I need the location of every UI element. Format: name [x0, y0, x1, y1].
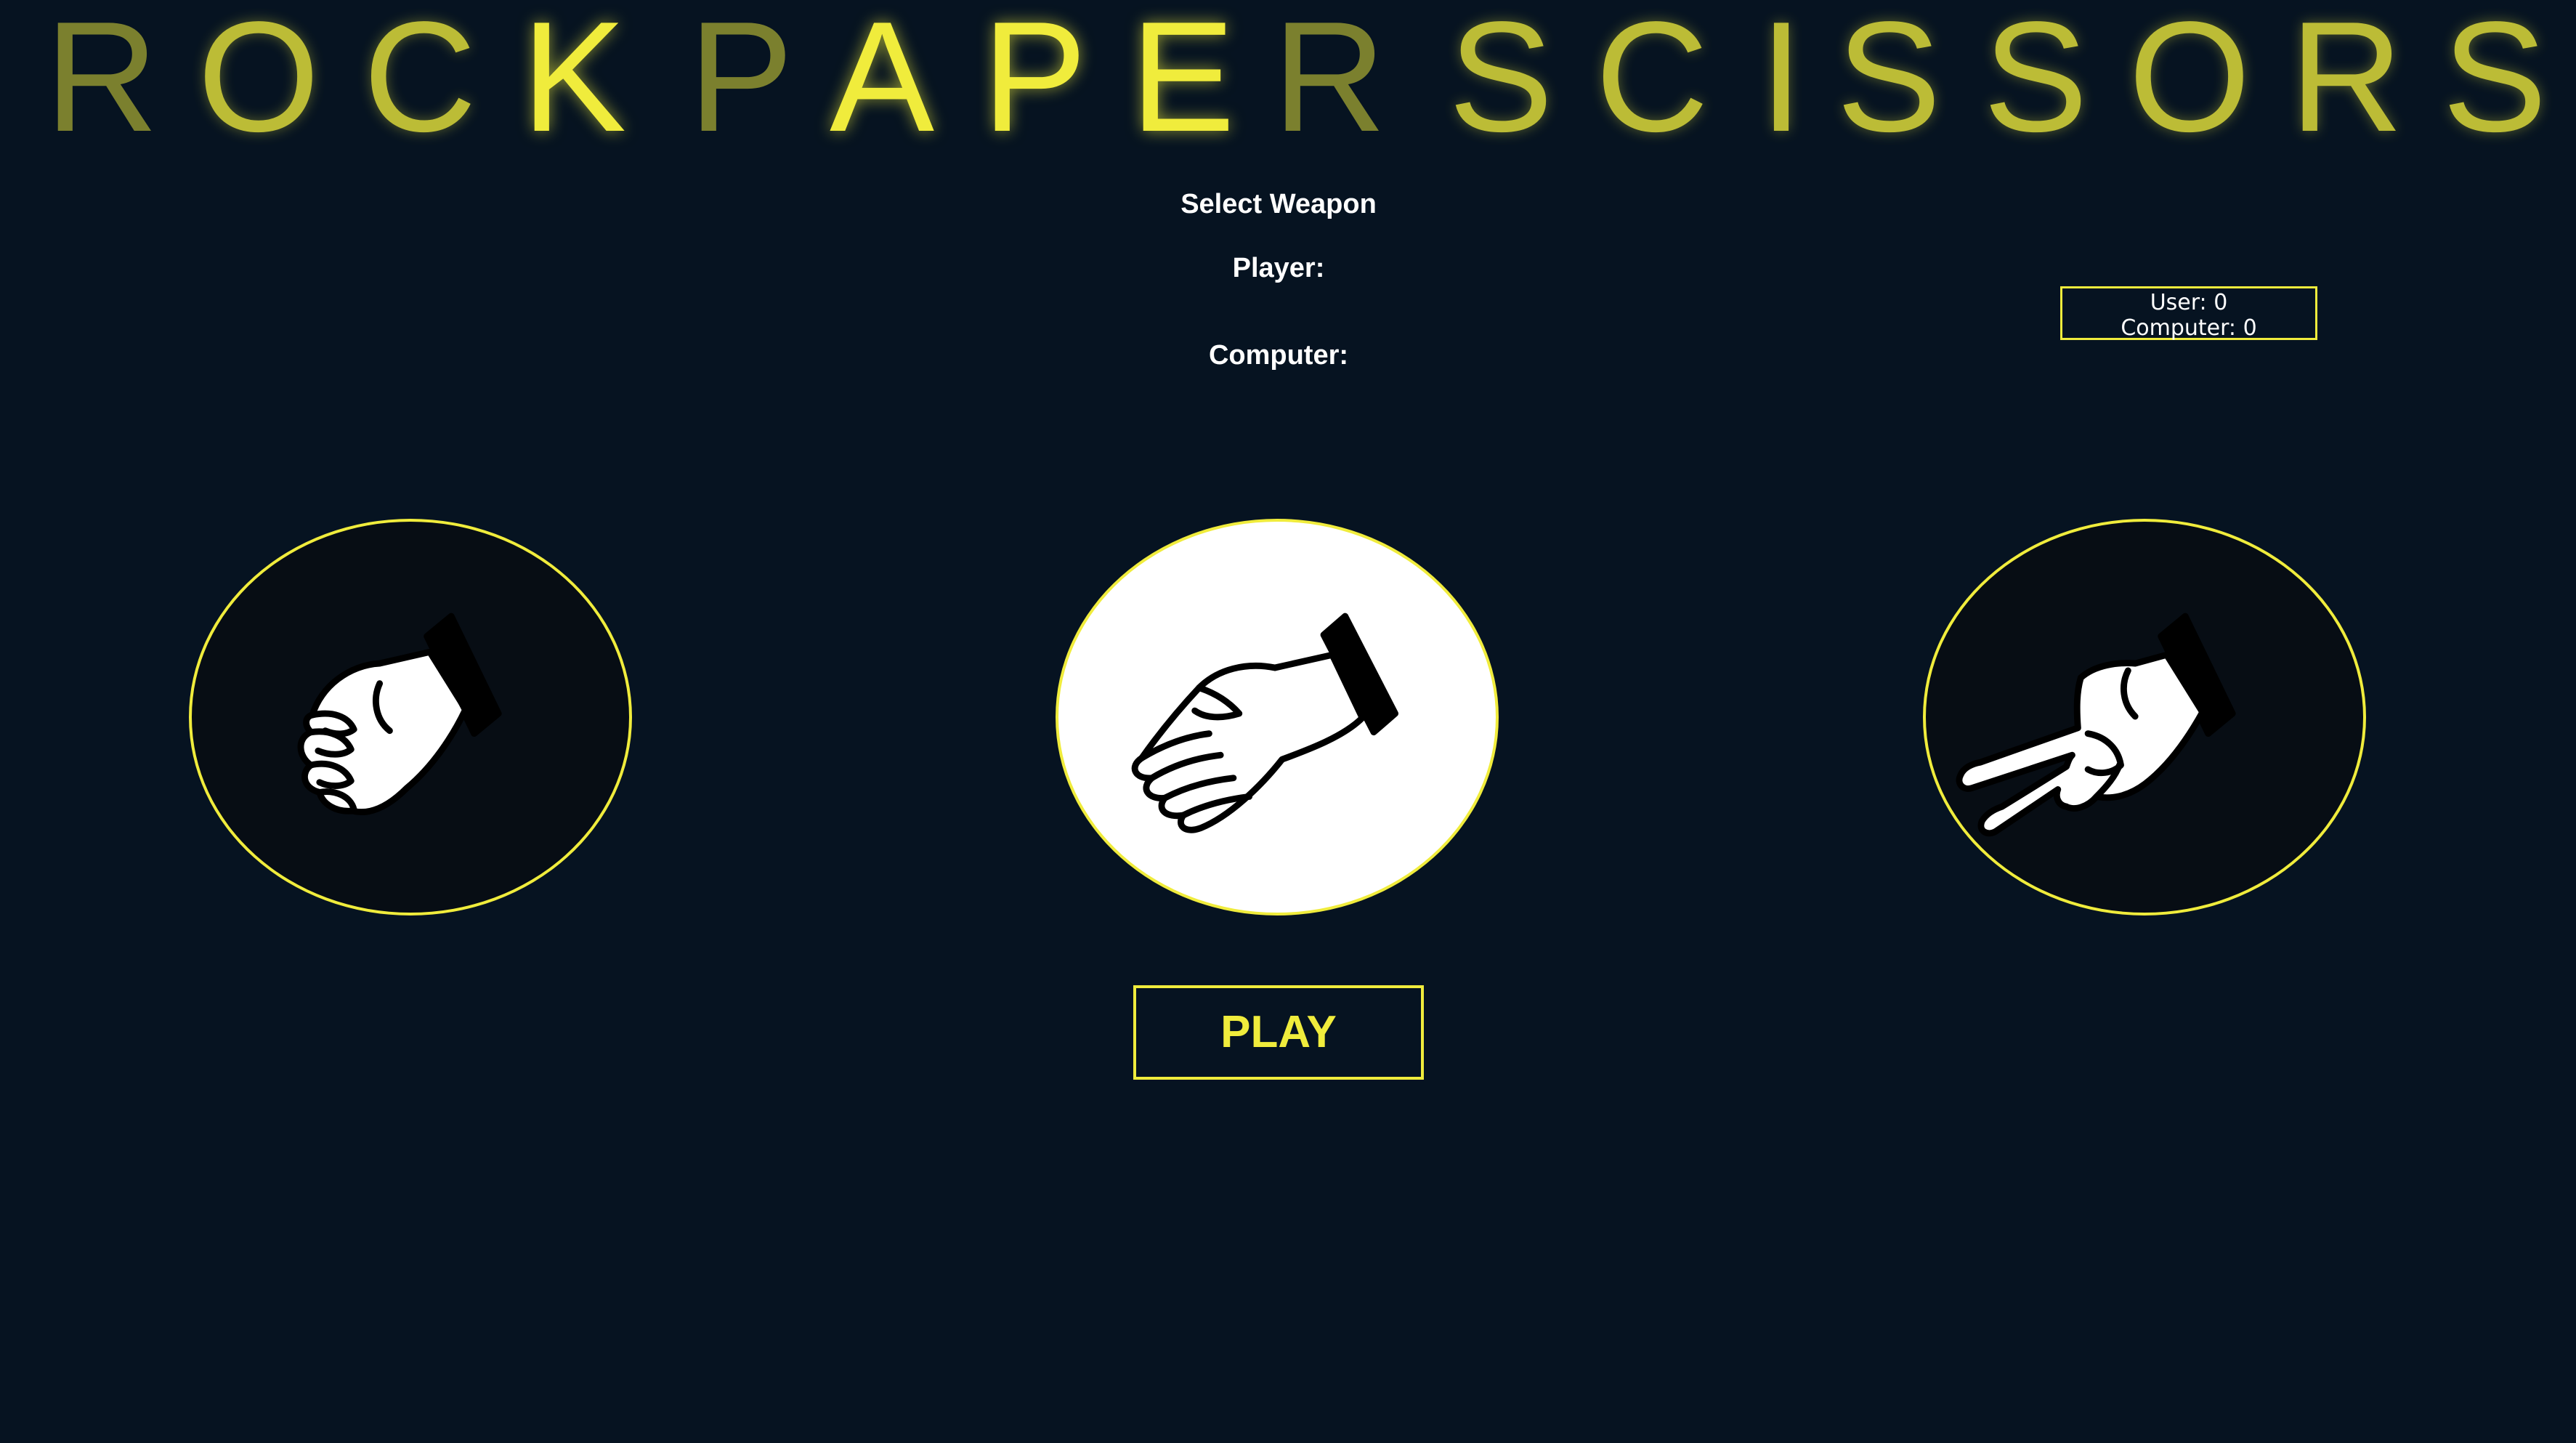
scissors-weapon-button[interactable] [1923, 519, 2366, 915]
title-letter: C [363, 0, 477, 164]
rock-weapon-button[interactable] [189, 519, 632, 915]
title-letter: P [982, 0, 1087, 164]
open-hand-icon [1131, 613, 1399, 833]
title-letter: P [689, 0, 794, 164]
computer-choice-label: Computer: [1208, 340, 1349, 371]
title-letter: O [2129, 0, 2251, 164]
title-letter: S [1983, 0, 2089, 164]
two-finger-hand-icon [1956, 613, 2236, 837]
scoreboard: User: 0 Computer: 0 [2060, 286, 2317, 341]
title-letter: R [1273, 0, 1386, 164]
title-letter: E [1130, 0, 1236, 164]
title-letter: S [1836, 0, 1942, 164]
player-choice-label: Player: [1232, 253, 1325, 283]
title-letter: O [198, 0, 320, 164]
title-letter: A [830, 0, 935, 164]
title-letter: R [45, 0, 158, 164]
fist-hand-icon [297, 613, 502, 815]
title-letter: S [1449, 0, 1554, 164]
title-letter: C [1595, 0, 1709, 164]
paper-weapon-button[interactable] [1056, 519, 1499, 915]
title-letter: R [2290, 0, 2403, 164]
title-letter: S [2442, 0, 2548, 164]
computer-score: Computer: 0 [2121, 315, 2257, 341]
user-score: User: 0 [2150, 290, 2228, 315]
play-button[interactable]: PLAY [1133, 985, 1424, 1080]
title-letter: K [522, 0, 627, 164]
game-title: R O C K P A P E R S C I S S O R S [0, 0, 2576, 164]
select-weapon-label: Select Weapon [1180, 189, 1377, 219]
title-letter: I [1759, 0, 1804, 164]
